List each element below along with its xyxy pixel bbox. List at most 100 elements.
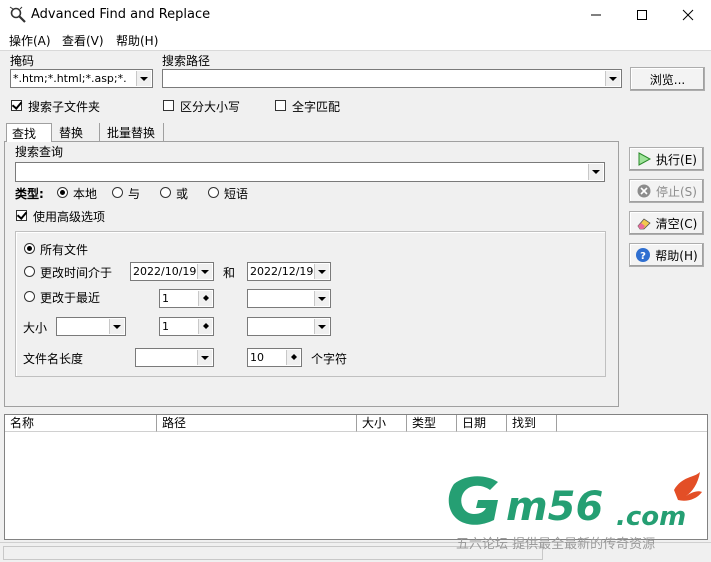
- column-size[interactable]: 大小: [357, 415, 407, 432]
- chevron-down-icon: [109, 319, 124, 334]
- advanced-checkbox[interactable]: [16, 210, 27, 221]
- column-type[interactable]: 类型: [407, 415, 457, 432]
- case-label: 区分大小写: [180, 100, 241, 114]
- tab-batch-replace[interactable]: 批量替换: [104, 123, 164, 142]
- type-local-radio[interactable]: [57, 187, 68, 198]
- size-label: 大小: [23, 321, 48, 335]
- clear-label: 清空(C): [655, 216, 698, 231]
- chevron-down-icon: [197, 264, 212, 279]
- help-icon: ?: [636, 248, 651, 262]
- date-to-value: 2022/12/19: [250, 265, 314, 278]
- chars-label: 个字符: [311, 352, 348, 366]
- menu-divider: [0, 50, 711, 51]
- case-checkbox[interactable]: [163, 100, 174, 111]
- eraser-icon: [637, 218, 651, 230]
- maximize-button[interactable]: [619, 0, 665, 30]
- type-label: 类型:: [15, 187, 44, 201]
- filter-label: 掩码: [10, 54, 35, 68]
- subfolders-checkbox[interactable]: [11, 100, 22, 111]
- column-found[interactable]: 找到: [507, 415, 557, 432]
- clear-button[interactable]: 清空(C): [629, 211, 704, 235]
- stop-label: 停止(S): [656, 184, 697, 199]
- spinner-arrows-icon: [198, 319, 212, 334]
- svg-text:?: ?: [640, 251, 646, 262]
- recent-spinner[interactable]: 1: [159, 289, 214, 308]
- chevron-down-icon: [136, 71, 151, 86]
- size-unit-combo[interactable]: [247, 317, 331, 336]
- stop-icon: [637, 184, 651, 198]
- watermark-tagline: 五六论坛 提供最全最新的传奇资源: [456, 536, 655, 552]
- help-button[interactable]: ? 帮助(H): [629, 243, 704, 267]
- tab-replace[interactable]: 替换: [56, 123, 100, 142]
- whole-word-label: 全字匹配: [292, 100, 341, 114]
- modified-recent-radio[interactable]: [24, 291, 35, 302]
- chevron-down-icon: [197, 350, 212, 365]
- name-length-label: 文件名长度: [23, 352, 84, 366]
- play-icon: [638, 152, 652, 166]
- modified-between-label: 更改时间介于: [40, 266, 113, 280]
- filter-combo[interactable]: *.htm;*.html;*.asp;*.: [10, 69, 153, 88]
- app-magnifier-icon: [9, 6, 26, 23]
- all-files-radio[interactable]: [24, 243, 35, 254]
- modified-recent-label: 更改于最近: [40, 291, 101, 305]
- all-files-label: 所有文件: [40, 243, 89, 257]
- type-and-radio[interactable]: [112, 187, 123, 198]
- name-length-spinner[interactable]: 10: [247, 348, 302, 367]
- size-compare-combo[interactable]: [56, 317, 126, 336]
- help-label: 帮助(H): [655, 248, 698, 263]
- path-label: 搜索路径: [162, 54, 211, 68]
- tab-find[interactable]: 查找: [6, 123, 52, 142]
- query-label: 搜索查询: [15, 145, 64, 159]
- svg-text:.com: .com: [616, 502, 686, 532]
- type-or-label: 或: [176, 187, 189, 201]
- minimize-icon: [591, 14, 601, 16]
- close-icon: [682, 9, 694, 21]
- chevron-down-icon: [314, 291, 329, 306]
- name-length-compare-combo[interactable]: [135, 348, 214, 367]
- menu-bar: 操作(A) 查看(V) 帮助(H): [0, 30, 711, 50]
- chevron-down-icon: [605, 71, 620, 86]
- date-from-picker[interactable]: 2022/10/19: [130, 262, 214, 281]
- modified-between-radio[interactable]: [24, 266, 35, 277]
- execute-label: 执行(E): [656, 152, 697, 167]
- column-path[interactable]: 路径: [157, 415, 357, 432]
- type-phrase-radio[interactable]: [208, 187, 219, 198]
- query-combo[interactable]: [15, 162, 605, 182]
- chevron-down-icon: [314, 264, 329, 279]
- advanced-label: 使用高级选项: [33, 210, 106, 224]
- menu-operate[interactable]: 操作(A): [9, 32, 51, 49]
- date-from-value: 2022/10/19: [133, 265, 197, 278]
- type-phrase-label: 短语: [224, 187, 249, 201]
- stop-button[interactable]: 停止(S): [629, 179, 704, 203]
- column-name[interactable]: 名称: [5, 415, 157, 432]
- svg-text:m56: m56: [506, 484, 603, 530]
- title-bar: Advanced Find and Replace: [0, 0, 711, 30]
- filter-value: *.htm;*.html;*.asp;*.: [13, 72, 127, 85]
- column-filler: [557, 415, 707, 432]
- whole-word-checkbox[interactable]: [275, 100, 286, 111]
- spinner-arrows-icon: [286, 350, 300, 365]
- browse-button[interactable]: 浏览...: [630, 67, 705, 91]
- date-to-picker[interactable]: 2022/12/19: [247, 262, 331, 281]
- column-date[interactable]: 日期: [457, 415, 507, 432]
- path-combo[interactable]: [162, 69, 622, 88]
- recent-value: 1: [162, 292, 169, 305]
- spinner-arrows-icon: [198, 291, 212, 306]
- minimize-button[interactable]: [573, 0, 619, 30]
- close-button[interactable]: [665, 0, 711, 30]
- execute-button[interactable]: 执行(E): [629, 147, 704, 171]
- menu-view[interactable]: 查看(V): [62, 32, 104, 49]
- name-length-value: 10: [250, 351, 264, 364]
- and-label: 和: [223, 266, 236, 280]
- chevron-down-icon: [588, 164, 603, 180]
- maximize-icon: [637, 10, 647, 20]
- menu-help[interactable]: 帮助(H): [116, 32, 158, 49]
- size-spinner[interactable]: 1: [159, 317, 214, 336]
- recent-unit-combo[interactable]: [247, 289, 331, 308]
- subfolders-label: 搜索子文件夹: [28, 100, 101, 114]
- chevron-down-icon: [314, 319, 329, 334]
- size-value: 1: [162, 320, 169, 333]
- type-and-label: 与: [128, 187, 141, 201]
- type-or-radio[interactable]: [160, 187, 171, 198]
- window-title: Advanced Find and Replace: [31, 7, 211, 22]
